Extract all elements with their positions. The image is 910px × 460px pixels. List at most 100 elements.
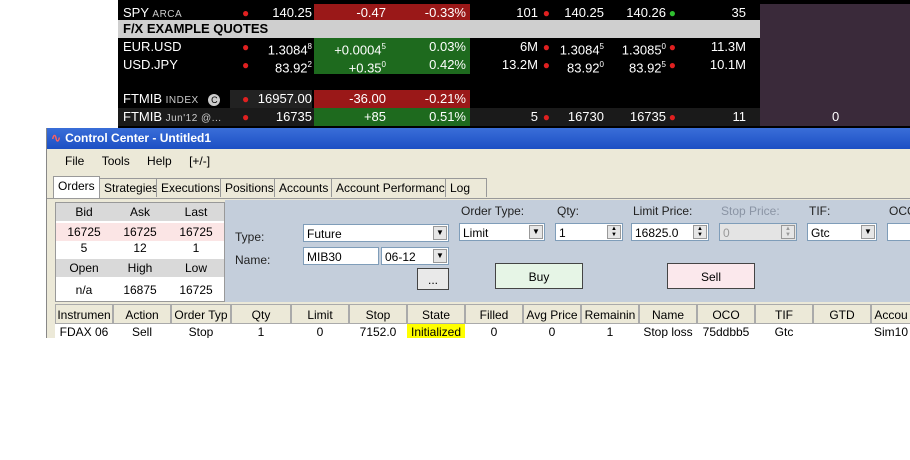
column-header[interactable]: Qty [231,304,291,324]
menu-help[interactable]: Help [147,149,172,173]
order-cell-name[interactable]: Stop loss [639,324,697,338]
column-header[interactable]: Order Typ [171,304,231,324]
column-header[interactable]: Avg Price [523,304,581,324]
last-cell: ● 83.922 [242,58,312,76]
last-size: 1 [192,241,200,255]
order-cell-avg-price[interactable]: 0 [523,324,581,338]
column-header[interactable]: Limit [291,304,349,324]
symbol: SPY [123,5,149,20]
browse-instrument-button[interactable]: ... [417,268,449,290]
app-logo-icon: ∿ [51,131,62,145]
tab-orders[interactable]: Orders [53,176,100,198]
change-cell: +85 [314,108,390,126]
order-cell-oco[interactable]: 75ddbb5 [697,324,755,338]
quote-row-usdjpy[interactable]: USD.JPY ● 83.922 +0.350 0.42% 13.2M ● 83… [118,56,910,76]
qty-stepper[interactable]: 1 ▲ ▼ [555,223,623,241]
tif-select[interactable]: Gtc ▼ [807,223,877,241]
ask-size-cell: 11 [732,109,747,124]
column-header[interactable]: OCO [697,304,755,324]
menu-tools[interactable]: Tools [102,149,130,173]
symbol: USD.JPY [123,57,178,72]
symbol-sub: INDEX [165,95,199,106]
tab-executions[interactable]: Executions [156,178,225,197]
tick-dot-icon: ● [242,58,250,72]
sell-button[interactable]: Sell [667,263,755,289]
symbol-cell: SPY ARCA [123,5,182,20]
order-cell-account[interactable]: Sim10 [871,324,910,338]
last-header: Last [168,203,224,221]
ask-size-cell: 10.1M [709,57,746,72]
high-header: High [112,259,168,277]
symbol-cell: FTMIB INDEX C [123,91,221,106]
tick-dot-icon: ● [542,58,550,72]
spin-arrows-icon[interactable]: ▲ ▼ [607,225,621,239]
order-cell-gtd[interactable] [813,324,871,338]
tab-accounts[interactable]: Accounts [274,178,334,197]
limit-price-label: Limit Price: [633,204,693,218]
order-cell-remaining[interactable]: 1 [581,324,639,338]
change-cell: +0.00045 [314,38,390,57]
quote-row-ftmib-index[interactable]: FTMIB INDEX C ● 16957.00 -36.00 -0.21% [118,90,910,108]
low-value: 16725 [179,283,213,297]
title-bar[interactable]: ∿ Control Center - Untitled1 [47,128,910,149]
tab-positions[interactable]: Positions [220,178,279,197]
ask-cell: 83.925 [629,60,666,76]
buy-button[interactable]: Buy [495,263,583,289]
menu-expand[interactable]: [+/-] [189,149,210,173]
tab-log[interactable]: Log [445,178,487,197]
quote-row-eurusd[interactable]: EUR.USD ● 1.30848 +0.00045 0.03% 6M ● 1.… [118,38,910,58]
order-cell-tif[interactable]: Gtc [755,324,813,338]
last-cell: ● 1.30848 [242,40,312,58]
column-header[interactable]: State [407,304,465,324]
pct-cell: 0.03% [390,38,470,56]
menu-file[interactable]: File [65,149,84,173]
tick-dot-icon: ● [242,92,250,106]
order-type-select[interactable]: Limit ▼ [459,223,545,241]
order-cell-stop[interactable]: 7152.0 [349,324,407,338]
open-header: Open [56,259,112,277]
column-header[interactable]: Name [639,304,697,324]
instrument-type-select[interactable]: Future ▼ [303,224,449,242]
oco-label: OCO [889,204,910,218]
spin-arrows-icon[interactable]: ▲ ▼ [693,225,707,239]
order-cell-type[interactable]: Stop [171,324,231,338]
pct-cell: 0.51% [390,108,470,126]
tick-dot-icon: ● [242,40,250,54]
column-header[interactable]: Remainin [581,304,639,324]
order-cell-filled[interactable]: 0 [465,324,523,338]
column-header[interactable]: Instrumen [55,304,113,324]
tab-account-performance[interactable]: Account Performance [331,178,457,197]
expiry-select[interactable]: 06-12 ▼ [381,247,449,265]
tick-dot-icon: ● [668,58,676,72]
column-header[interactable]: Accou [871,304,910,324]
column-header[interactable]: TIF [755,304,813,324]
instrument-name-field[interactable]: MIB30 [303,247,379,265]
column-header[interactable]: Stop [349,304,407,324]
bid-header: Bid [56,203,112,221]
chevron-down-icon: ▼ [433,249,447,263]
exchange: ARCA [152,9,183,20]
order-cell-action[interactable]: Sell [113,324,171,338]
quote-row-ftmib-future[interactable]: FTMIB Jun'12 @... ● 16735 +85 0.51% 5 ● … [118,108,910,126]
order-cell-state[interactable]: Initialized [407,324,465,338]
column-header[interactable]: Filled [465,304,523,324]
pct-cell: -0.21% [390,90,470,108]
order-entry-panel: Type: Future ▼ Name: MIB30 06-12 ▼ ... Ord… [225,200,910,302]
column-header[interactable]: GTD [813,304,871,324]
symbol: FTMIB [123,109,162,124]
symbol: EUR.USD [123,39,182,54]
column-header[interactable]: Action [113,304,171,324]
order-cell-qty[interactable]: 1 [231,324,291,338]
type-label: Type: [235,230,265,244]
oco-field[interactable] [887,223,910,241]
order-cell-limit[interactable]: 0 [291,324,349,338]
order-cell-instrument[interactable]: FDAX 06 [55,324,113,338]
ask-header: Ask [112,203,168,221]
contract-info-icon[interactable]: C [208,94,221,106]
tab-strategies[interactable]: Strategies [99,178,164,197]
bid-cell: 83.920 [567,60,604,76]
limit-price-stepper[interactable]: 16825.0 ▲ ▼ [631,223,709,241]
ask-cell: 1.30850 [621,42,666,58]
tick-dot-icon: ● [542,40,550,54]
tab-strip: Orders Strategies Executions Positions A… [47,176,910,199]
